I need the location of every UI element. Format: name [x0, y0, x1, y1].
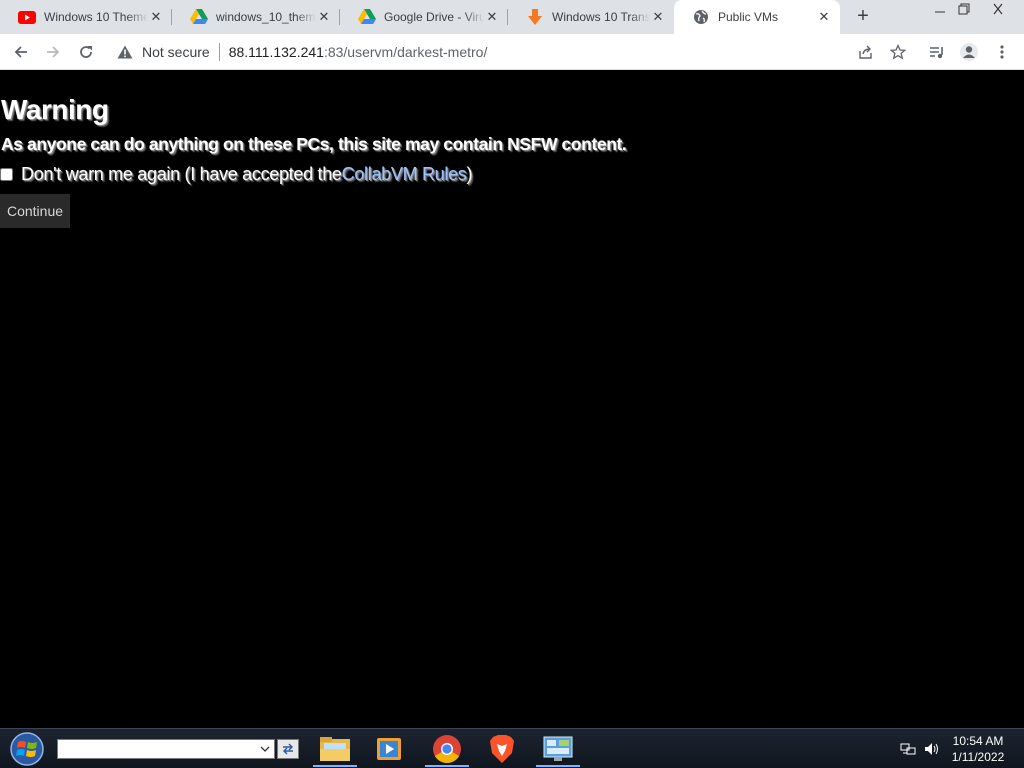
taskbar-brave[interactable] — [476, 731, 528, 767]
taskbar-chrome[interactable] — [421, 731, 473, 767]
share-icon — [859, 45, 872, 59]
download-arrow-icon — [526, 8, 544, 26]
menu-button[interactable] — [988, 38, 1016, 66]
forward-button[interactable] — [39, 38, 67, 66]
clock-time: 10:54 AM — [952, 734, 1004, 748]
chrome-icon — [433, 735, 461, 763]
chevron-down-icon[interactable] — [258, 742, 272, 756]
clock-date: 1/11/2022 — [951, 750, 1005, 764]
network-icon[interactable] — [899, 741, 917, 757]
taskbar-search-input[interactable] — [57, 739, 275, 759]
browser-toolbar: Not secure 88.111.132.241:83/uservm/dark… — [0, 34, 1024, 70]
url-path: :83/uservm/darkest-metro/ — [323, 44, 488, 60]
taskbar-media-player[interactable] — [363, 731, 415, 767]
warning-message: As anyone can do anything on these PCs, … — [1, 134, 627, 154]
media-player-icon — [377, 738, 401, 760]
tab-close-icon[interactable]: ✕ — [816, 9, 832, 25]
media-queue-icon — [930, 47, 943, 59]
brave-icon — [490, 735, 514, 763]
windows-orb-icon — [10, 732, 44, 766]
back-arrow-icon — [14, 46, 27, 58]
tab-strip: Windows 10 Theme ✕ windows_10_theme ✕ Go… — [0, 0, 1024, 34]
checkbox-label-prefix: Don't warn me again (I have accepted the — [21, 164, 342, 184]
continue-button[interactable]: Continue — [0, 194, 70, 228]
taskbar-control-panel[interactable] — [532, 731, 584, 767]
tab-title: Windows 10 Theme — [44, 10, 148, 24]
warning-triangle-icon[interactable] — [116, 43, 134, 61]
bookmark-button[interactable] — [884, 38, 912, 66]
tab-windows-10-transform[interactable]: Windows 10 Transform ✕ — [508, 0, 674, 34]
tab-public-vms[interactable]: Public VMs ✕ — [674, 0, 840, 34]
tab-close-icon[interactable]: ✕ — [650, 9, 666, 25]
control-panel-icon — [543, 736, 573, 761]
globe-icon — [692, 8, 710, 26]
omnibox-divider — [218, 43, 220, 61]
back-button[interactable] — [7, 38, 35, 66]
tab-close-icon[interactable]: ✕ — [148, 9, 164, 25]
share-button[interactable] — [852, 38, 880, 66]
avatar-icon — [960, 43, 978, 61]
google-drive-icon — [190, 8, 208, 26]
tab-title: windows_10_theme — [216, 10, 316, 24]
tab-title: Windows 10 Transform — [552, 10, 650, 24]
system-clock[interactable]: 10:54 AM 1/11/2022 — [940, 733, 1016, 765]
youtube-icon — [18, 8, 36, 26]
url-host: 88.111.132.241 — [228, 44, 324, 60]
dont-warn-again-checkbox[interactable] — [0, 168, 13, 181]
start-button[interactable] — [7, 731, 47, 767]
tab-windows-10-theme-drive[interactable]: windows_10_theme ✕ — [172, 0, 340, 34]
tab-title: Public VMs — [718, 10, 779, 24]
restore-button[interactable] — [950, 0, 978, 18]
refresh-arrows-icon — [283, 743, 293, 755]
forward-arrow-icon — [47, 46, 60, 58]
page-title: Warning — [1, 94, 109, 125]
volume-icon[interactable] — [923, 741, 941, 757]
tab-title: Google Drive - Virus — [384, 10, 484, 24]
file-explorer-icon — [320, 737, 350, 761]
google-drive-icon — [358, 8, 376, 26]
kebab-menu-icon — [1000, 45, 1004, 59]
taskbar-file-explorer[interactable] — [309, 731, 361, 767]
address-bar[interactable]: Not secure 88.111.132.241:83/uservm/dark… — [110, 38, 920, 66]
checkbox-label-suffix: ) — [466, 164, 473, 184]
collabvm-rules-link[interactable]: CollabVM Rules — [342, 164, 467, 185]
reload-button[interactable] — [72, 38, 100, 66]
reload-icon — [80, 46, 92, 58]
tab-google-drive[interactable]: Google Drive - Virus ✕ — [340, 0, 508, 34]
close-window-button[interactable] — [984, 0, 1012, 18]
search-go-button[interactable] — [277, 739, 299, 759]
tab-windows-10-theme-youtube[interactable]: Windows 10 Theme ✕ — [0, 0, 172, 34]
tab-close-icon[interactable]: ✕ — [484, 9, 500, 25]
dont-warn-again-row[interactable]: Don't warn me again (I have accepted the… — [0, 164, 472, 185]
taskbar: 10:54 AM 1/11/2022 — [0, 728, 1024, 768]
star-icon — [890, 44, 906, 60]
security-status[interactable]: Not secure — [142, 44, 210, 60]
page-content: Warning As anyone can do anything on the… — [0, 70, 1024, 728]
tab-close-icon[interactable]: ✕ — [316, 9, 332, 25]
profile-button[interactable] — [955, 38, 983, 66]
new-tab-button[interactable]: + — [850, 5, 876, 29]
reading-list-button[interactable] — [923, 38, 951, 66]
